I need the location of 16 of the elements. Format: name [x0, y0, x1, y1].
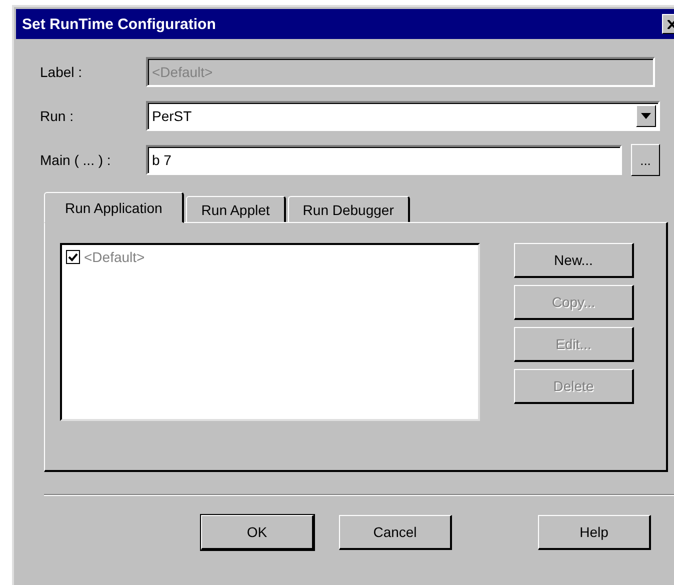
- action-button[interactable]: New...: [514, 243, 634, 278]
- dialog-button[interactable]: Help: [538, 515, 651, 550]
- dialog-button[interactable]: Cancel: [339, 515, 452, 550]
- main-field[interactable]: b 7: [146, 145, 622, 175]
- close-icon[interactable]: [667, 20, 674, 28]
- tab[interactable]: Run Debugger: [288, 196, 410, 222]
- field-label: Main ( ... ) :: [40, 152, 112, 168]
- window-title: Set RunTime Configuration: [22, 16, 216, 32]
- field-label: Run :: [40, 108, 74, 124]
- tab[interactable]: Run Applet: [186, 196, 286, 222]
- browse-button[interactable]: ...: [631, 144, 660, 176]
- run-dropdown[interactable]: PerST: [146, 101, 660, 131]
- dialog-button[interactable]: OK: [201, 515, 314, 550]
- dropdown-arrow-icon[interactable]: [641, 113, 651, 119]
- tab[interactable]: Run Application: [44, 192, 184, 223]
- field-label: Label :: [40, 64, 84, 80]
